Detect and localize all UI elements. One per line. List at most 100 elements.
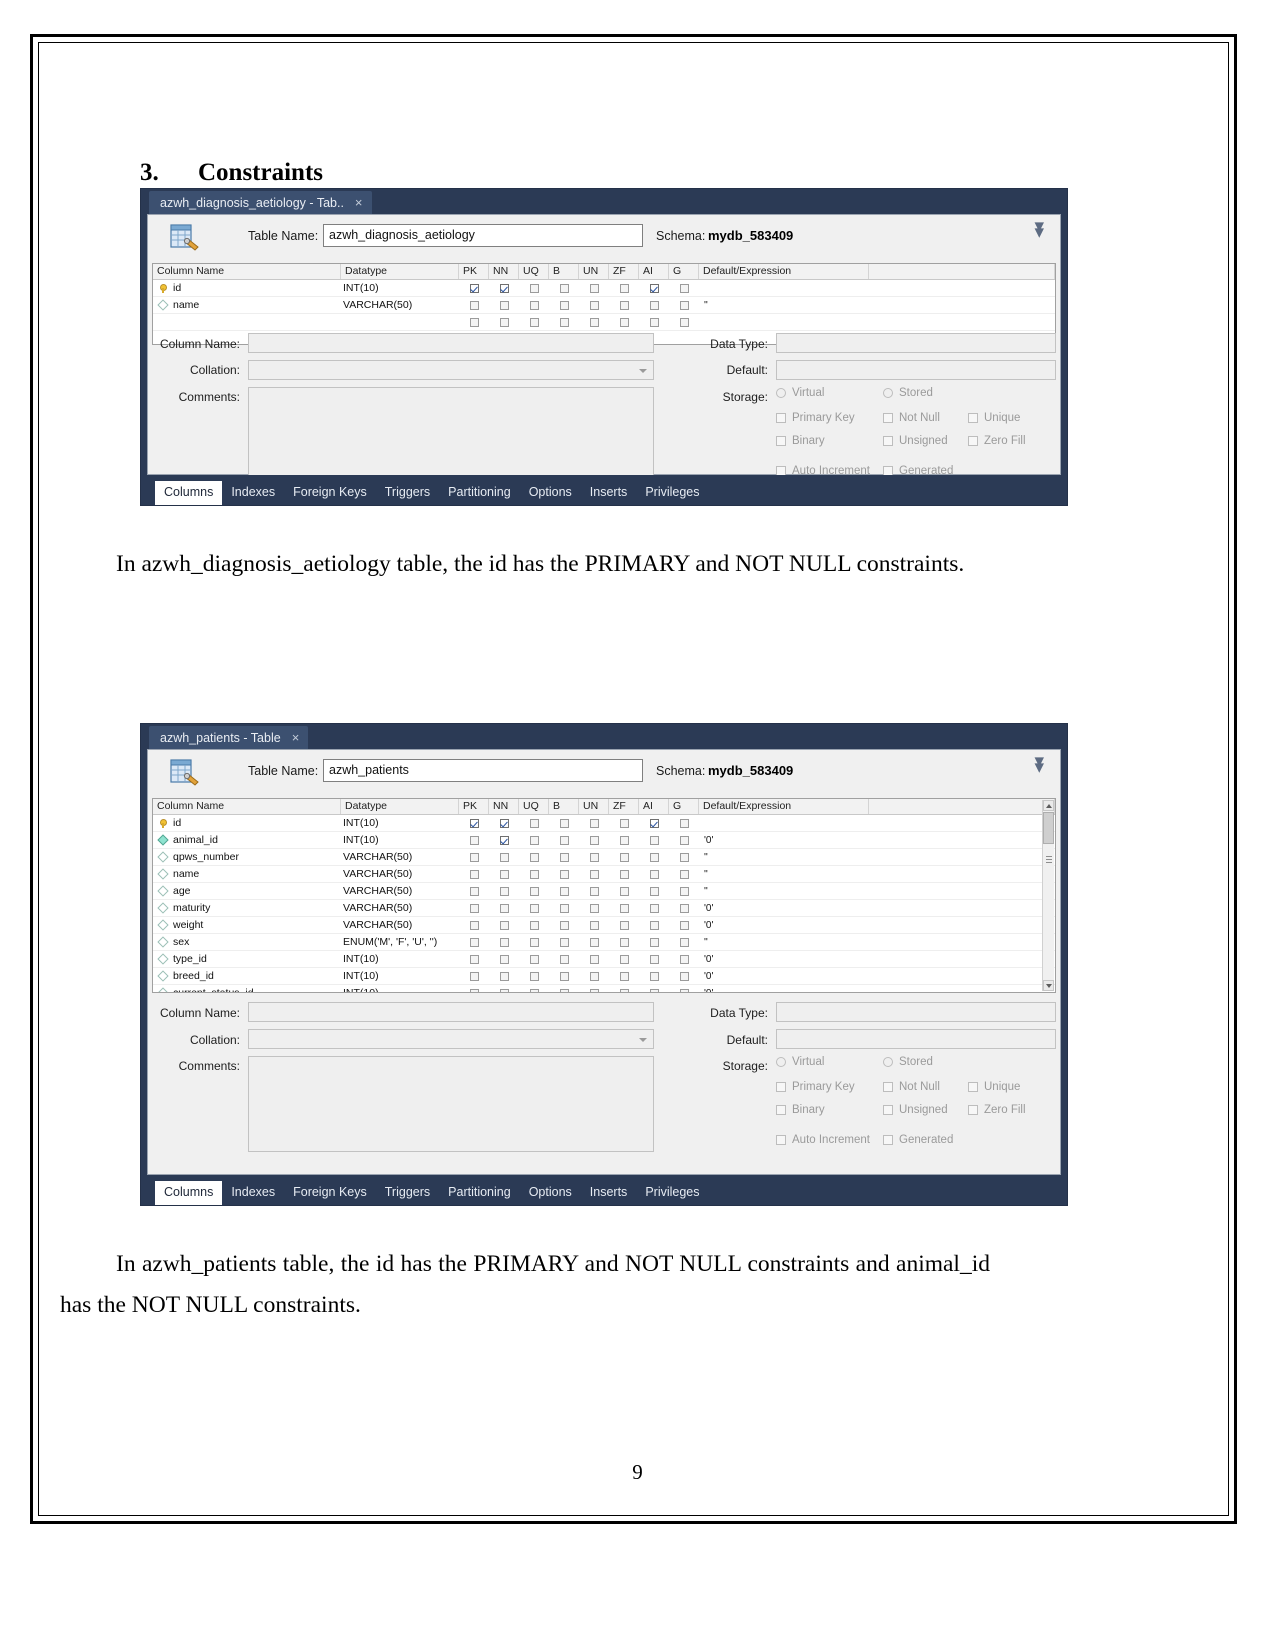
datatype-cell[interactable]: INT(10) [341, 987, 459, 992]
comments-textarea-1[interactable] [248, 387, 654, 483]
checkbox-icon[interactable] [529, 835, 539, 845]
grid-scrollbar-2[interactable] [1042, 800, 1054, 991]
tab-triggers[interactable]: Triggers [376, 481, 439, 505]
checkbox-icon[interactable] [649, 835, 659, 845]
flag-not-null-2[interactable]: Not Null [883, 1081, 940, 1093]
tab-triggers[interactable]: Triggers [376, 1181, 439, 1205]
storage-radio-virtual-2[interactable]: Virtual [776, 1056, 824, 1068]
grid-header-pk[interactable]: PK [459, 799, 489, 814]
checkbox-checked-icon[interactable] [469, 818, 479, 828]
flag-zero-fill-2[interactable]: Zero Fill [968, 1104, 1026, 1116]
flag-g-cell[interactable] [669, 835, 699, 845]
checkbox-icon[interactable] [619, 317, 629, 327]
checkbox-icon[interactable] [619, 920, 629, 930]
flag-nn-cell[interactable] [489, 300, 519, 310]
flag-uq-cell[interactable] [519, 818, 549, 828]
flag-b-cell[interactable] [549, 283, 579, 293]
column-name-cell[interactable]: current_status_id [153, 987, 341, 992]
flag-ai-cell[interactable] [639, 920, 669, 930]
checkbox-icon[interactable] [529, 903, 539, 913]
grid-header-un[interactable]: UN [579, 264, 609, 279]
flag-g-cell[interactable] [669, 988, 699, 992]
checkbox-icon[interactable] [589, 971, 599, 981]
flag-nn-cell[interactable] [489, 920, 519, 930]
flag-ai-cell[interactable] [639, 818, 669, 828]
storage-radio-stored-2[interactable]: Stored [883, 1056, 933, 1068]
flag-nn-cell[interactable] [489, 283, 519, 293]
flag-unsigned-2[interactable]: Unsigned [883, 1104, 948, 1116]
checkbox-icon[interactable] [679, 283, 689, 293]
datatype-cell[interactable]: VARCHAR(50) [341, 885, 459, 897]
table-row[interactable]: breed_id INT(10) '0' [153, 968, 1055, 985]
flag-b-cell[interactable] [549, 869, 579, 879]
column-name-cell[interactable]: breed_id [153, 970, 341, 982]
flag-uq-cell[interactable] [519, 852, 549, 862]
data-type-field-2[interactable] [776, 1002, 1056, 1022]
tab-partitioning[interactable]: Partitioning [439, 481, 520, 505]
checkbox-icon[interactable] [679, 988, 689, 992]
column-name-field-2[interactable] [248, 1002, 654, 1022]
checkbox-icon[interactable] [469, 886, 479, 896]
checkbox-icon[interactable] [619, 903, 629, 913]
checkbox-icon[interactable] [529, 937, 539, 947]
flag-primary-key-2[interactable]: Primary Key [776, 1081, 855, 1093]
flag-ai-cell[interactable] [639, 988, 669, 992]
grid-header-b[interactable]: B [549, 799, 579, 814]
checkbox-icon[interactable] [649, 300, 659, 310]
flag-un-cell[interactable] [579, 937, 609, 947]
flag-zf-cell[interactable] [609, 852, 639, 862]
checkbox-icon[interactable] [619, 971, 629, 981]
flag-uq-cell[interactable] [519, 903, 549, 913]
flag-pk-cell[interactable] [459, 937, 489, 947]
checkbox-icon[interactable] [499, 971, 509, 981]
flag-ai-cell[interactable] [639, 317, 669, 327]
checkbox-icon[interactable] [499, 300, 509, 310]
checkbox-icon[interactable] [619, 886, 629, 896]
datatype-cell[interactable]: INT(10) [341, 834, 459, 846]
checkbox-icon[interactable] [469, 835, 479, 845]
checkbox-icon[interactable] [589, 903, 599, 913]
table-row[interactable]: type_id INT(10) '0' [153, 951, 1055, 968]
checkbox-icon[interactable] [469, 988, 479, 992]
checkbox-icon[interactable] [679, 886, 689, 896]
checkbox-icon[interactable] [559, 988, 569, 992]
checkbox-icon[interactable] [559, 920, 569, 930]
checkbox-icon[interactable] [499, 920, 509, 930]
flag-un-cell[interactable] [579, 988, 609, 992]
checkbox-icon[interactable] [589, 317, 599, 327]
checkbox-checked-icon[interactable] [649, 283, 659, 293]
tab-inserts[interactable]: Inserts [581, 1181, 637, 1205]
flag-pk-cell[interactable] [459, 283, 489, 293]
grid-header-ai[interactable]: AI [639, 799, 669, 814]
scrollbar-thumb[interactable] [1043, 812, 1054, 844]
checkbox-icon[interactable] [619, 852, 629, 862]
checkbox-icon[interactable] [559, 937, 569, 947]
checkbox-checked-icon[interactable] [499, 818, 509, 828]
checkbox-icon[interactable] [589, 818, 599, 828]
checkbox-icon[interactable] [559, 835, 569, 845]
flag-b-cell[interactable] [549, 903, 579, 913]
checkbox-icon[interactable] [649, 317, 659, 327]
checkbox-icon[interactable] [589, 835, 599, 845]
tab-columns[interactable]: Columns [155, 481, 223, 505]
flag-ai-cell[interactable] [639, 954, 669, 964]
grid-header-uq[interactable]: UQ [519, 799, 549, 814]
flag-b-cell[interactable] [549, 971, 579, 981]
flag-unsigned-1[interactable]: Unsigned [883, 435, 948, 447]
checkbox-icon[interactable] [529, 317, 539, 327]
flag-pk-cell[interactable] [459, 886, 489, 896]
flag-binary-2[interactable]: Binary [776, 1104, 825, 1116]
flag-zf-cell[interactable] [609, 920, 639, 930]
flag-ai-cell[interactable] [639, 971, 669, 981]
checkbox-icon[interactable] [529, 869, 539, 879]
checkbox-icon[interactable] [589, 886, 599, 896]
checkbox-icon[interactable] [559, 283, 569, 293]
table-row[interactable]: animal_id INT(10) '0' [153, 832, 1055, 849]
checkbox-checked-icon[interactable] [499, 835, 509, 845]
flag-g-cell[interactable] [669, 971, 699, 981]
tab-options[interactable]: Options [520, 1181, 581, 1205]
checkbox-icon[interactable] [679, 903, 689, 913]
grid-header-nn[interactable]: NN [489, 799, 519, 814]
checkbox-icon[interactable] [679, 300, 689, 310]
column-name-cell[interactable]: type_id [153, 953, 341, 965]
